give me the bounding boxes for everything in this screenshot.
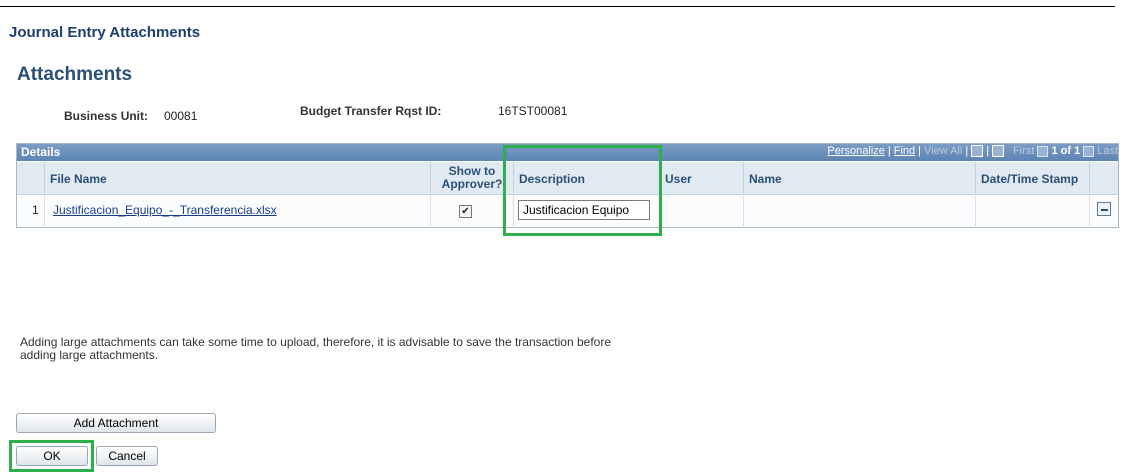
budget-transfer-value: 16TST00081 bbox=[498, 104, 568, 118]
column-header-show-to-approver: Show to Approver? bbox=[431, 162, 514, 195]
business-unit-label: Business Unit: bbox=[64, 109, 149, 123]
top-border bbox=[0, 6, 1115, 7]
last-link[interactable]: Last bbox=[1097, 145, 1118, 157]
details-grid: Details Personalize | Find | View All | … bbox=[16, 143, 1119, 228]
personalize-link[interactable]: Personalize bbox=[827, 145, 884, 157]
budget-transfer-label: Budget Transfer Rqst ID: bbox=[300, 104, 442, 118]
cancel-button[interactable]: Cancel bbox=[96, 446, 158, 466]
column-header-label: File Name bbox=[50, 172, 107, 186]
cell-rownum bbox=[17, 196, 45, 226]
business-unit-value: 00081 bbox=[164, 109, 198, 123]
find-link[interactable]: Find bbox=[894, 145, 915, 157]
ok-button[interactable]: OK bbox=[16, 446, 88, 466]
previous-arrow-icon[interactable] bbox=[1037, 145, 1049, 157]
first-link[interactable]: First bbox=[1013, 145, 1034, 157]
cell-date-time bbox=[976, 196, 1090, 226]
description-input[interactable] bbox=[518, 200, 650, 220]
row-number: 1 bbox=[32, 203, 39, 217]
grid-navigation: Personalize | Find | View All | | First … bbox=[827, 145, 1118, 157]
column-header-name: Name bbox=[744, 162, 976, 195]
cell-show-to-approver bbox=[431, 196, 514, 226]
download-grid-icon[interactable] bbox=[971, 145, 984, 157]
column-header-file-name: File Name bbox=[45, 162, 431, 195]
grid-title: Details bbox=[21, 145, 61, 159]
column-header-rownum bbox=[17, 162, 45, 195]
column-header-label: User bbox=[665, 172, 692, 186]
nav-separator: | bbox=[918, 145, 922, 157]
cell-name bbox=[744, 196, 976, 226]
page-status: 1 of 1 bbox=[1051, 145, 1081, 157]
nav-separator: | bbox=[965, 145, 969, 157]
page-title: Journal Entry Attachments bbox=[9, 24, 201, 41]
column-header-description: Description bbox=[514, 162, 660, 195]
nav-separator: | bbox=[986, 145, 990, 157]
show-to-approver-checkbox[interactable]: ✔ bbox=[459, 205, 472, 218]
add-attachment-button[interactable]: Add Attachment bbox=[16, 413, 216, 433]
delete-row-button[interactable] bbox=[1097, 202, 1111, 216]
view-grid-icon[interactable] bbox=[992, 145, 1005, 157]
cell-user bbox=[660, 196, 744, 226]
column-header-user: User bbox=[660, 162, 744, 195]
view-all-link[interactable]: View All bbox=[924, 145, 962, 157]
next-arrow-icon[interactable] bbox=[1083, 145, 1095, 157]
column-header-actions bbox=[1090, 162, 1118, 195]
column-header-label: Date/Time Stamp bbox=[981, 172, 1079, 186]
column-header-label: Description bbox=[519, 172, 586, 186]
upload-note: Adding large attachments can take some t… bbox=[20, 335, 612, 362]
nav-separator: | bbox=[887, 145, 891, 157]
column-header-date-time: Date/Time Stamp bbox=[976, 162, 1090, 195]
section-title: Attachments bbox=[17, 64, 133, 85]
column-header-label: Show to Approver? bbox=[441, 164, 503, 191]
file-name-link[interactable]: Justificacion_Equipo_-_Transferencia.xls… bbox=[53, 203, 277, 217]
column-header-label: Name bbox=[749, 172, 782, 186]
grid-header-bar: Details Personalize | Find | View All | … bbox=[17, 144, 1118, 161]
